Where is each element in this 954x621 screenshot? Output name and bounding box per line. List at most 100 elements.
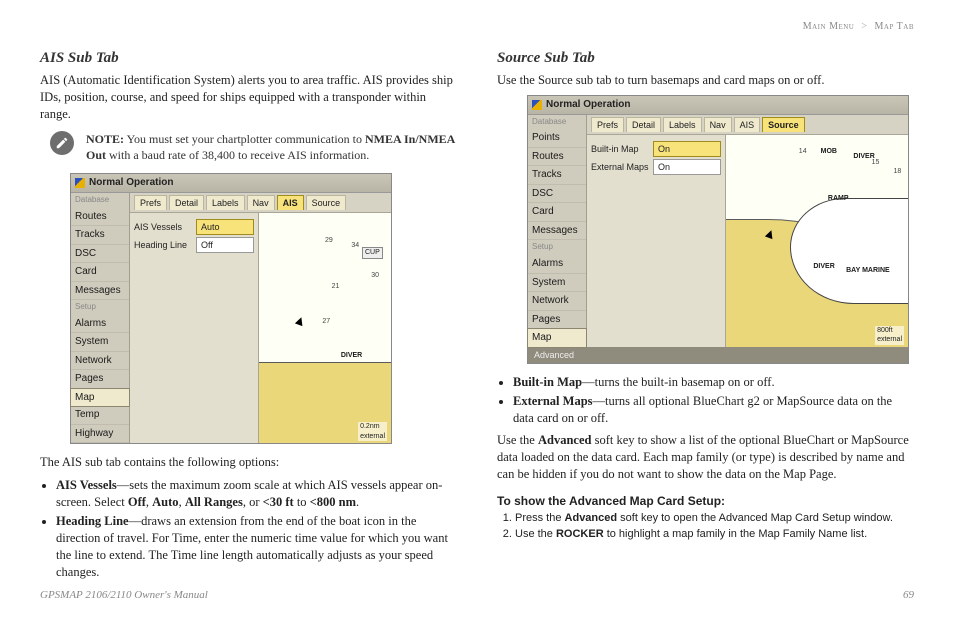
- sidebar-item[interactable]: Messages: [71, 282, 129, 301]
- list-item: Built-in Map—turns the built-in basemap …: [513, 374, 914, 391]
- note-t1: You must set your chartplotter communica…: [124, 132, 365, 146]
- step: Press the Advanced soft key to open the …: [515, 511, 914, 526]
- right-column: Source Sub Tab Use the Source sub tab to…: [497, 30, 914, 597]
- sidebar-item[interactable]: Routes: [71, 208, 129, 227]
- sidebar-item[interactable]: DSC: [528, 185, 586, 204]
- source-screenshot: Normal Operation DatabasePointsRoutesTra…: [527, 95, 909, 364]
- map-label: CUP: [362, 247, 383, 258]
- field-value[interactable]: On: [653, 141, 721, 157]
- breadcrumb-section: Main Menu: [803, 21, 855, 32]
- tab[interactable]: Labels: [663, 117, 702, 132]
- sidebar-item[interactable]: Highway: [71, 425, 129, 444]
- map-scale: 0.2nm external: [358, 422, 387, 441]
- tab[interactable]: Labels: [206, 195, 245, 210]
- sidebar-item[interactable]: Alarms: [71, 315, 129, 334]
- map-scale: 800ft external: [875, 326, 904, 345]
- sidebar-item[interactable]: Network: [528, 292, 586, 311]
- field-label: Built-in Map: [591, 143, 653, 155]
- sidebar-item[interactable]: Alarms: [528, 255, 586, 274]
- t: Use the: [497, 433, 538, 447]
- sidebar-item[interactable]: Routes: [528, 148, 586, 167]
- list-item: Heading Line—draws an extension from the…: [56, 513, 457, 581]
- t: , or: [243, 495, 263, 509]
- sidebar-header: Database: [528, 115, 586, 130]
- sidebar: DatabaseRoutesTracksDSCCardMessagesSetup…: [71, 193, 130, 444]
- tab[interactable]: Prefs: [134, 195, 167, 210]
- field-value[interactable]: On: [653, 159, 721, 175]
- advanced-paragraph: Use the Advanced soft key to show a list…: [497, 432, 914, 483]
- list-item: External Maps—turns all optional BlueCha…: [513, 393, 914, 427]
- tab[interactable]: AIS: [277, 195, 304, 210]
- note-text: NOTE: You must set your chartplotter com…: [84, 131, 457, 163]
- left-column: AIS Sub Tab AIS (Automatic Identificatio…: [40, 30, 457, 597]
- tab[interactable]: Detail: [626, 117, 661, 132]
- scale-source: external: [877, 335, 902, 344]
- depth: 18: [893, 167, 901, 176]
- sidebar-item[interactable]: System: [71, 333, 129, 352]
- map-preview: MOB DIVER RAMP DIVER BAY MARINE 14 15 18…: [725, 135, 908, 347]
- tab[interactable]: AIS: [734, 117, 761, 132]
- ais-heading: AIS Sub Tab: [40, 48, 457, 68]
- scale-value: 0.2nm: [360, 422, 385, 431]
- ais-options-list: AIS Vessels—sets the maximum zoom scale …: [56, 477, 457, 580]
- b: All Ranges: [185, 495, 243, 509]
- t: to highlight a map family in the Map Fam…: [604, 528, 868, 540]
- b: ROCKER: [556, 528, 604, 540]
- b: Off: [128, 495, 146, 509]
- note-block: NOTE: You must set your chartplotter com…: [50, 131, 457, 163]
- sidebar-item[interactable]: Card: [71, 263, 129, 282]
- opt-label: AIS Vessels: [56, 478, 117, 492]
- sidebar-item[interactable]: System: [528, 274, 586, 293]
- form-panel: Built-in MapOnExternal MapsOn: [587, 135, 725, 347]
- sidebar-item[interactable]: Temp: [71, 406, 129, 425]
- field-value[interactable]: Off: [196, 237, 254, 253]
- tab[interactable]: Source: [762, 117, 805, 132]
- t: .: [356, 495, 359, 509]
- sidebar-header: Setup: [528, 240, 586, 255]
- field-value[interactable]: Auto: [196, 219, 254, 235]
- sidebar-item[interactable]: Messages: [528, 222, 586, 241]
- source-heading: Source Sub Tab: [497, 48, 914, 68]
- depth: 21: [332, 282, 340, 291]
- field-label: Heading Line: [134, 239, 196, 251]
- howto-steps: Press the Advanced soft key to open the …: [515, 511, 914, 542]
- breadcrumb: Main Menu > Map Tab: [803, 20, 914, 34]
- tab[interactable]: Nav: [704, 117, 732, 132]
- tab[interactable]: Detail: [169, 195, 204, 210]
- scale-source: external: [360, 432, 385, 441]
- sidebar-item[interactable]: Card: [528, 203, 586, 222]
- depth: 29: [325, 236, 333, 245]
- flag-icon: [75, 178, 85, 188]
- depth: 15: [872, 158, 880, 167]
- b: Auto: [152, 495, 178, 509]
- opt-text: —turns the built-in basemap on or off.: [582, 375, 774, 389]
- sidebar-item[interactable]: DSC: [71, 245, 129, 264]
- list-item: AIS Vessels—sets the maximum zoom scale …: [56, 477, 457, 511]
- form-row: AIS VesselsAuto: [134, 219, 254, 235]
- sidebar-item[interactable]: Tracks: [71, 226, 129, 245]
- sidebar-item[interactable]: Map: [70, 388, 130, 408]
- form-row: External MapsOn: [591, 159, 721, 175]
- sidebar-item[interactable]: Tracks: [528, 166, 586, 185]
- form-row: Heading LineOff: [134, 237, 254, 253]
- tab[interactable]: Source: [306, 195, 347, 210]
- ais-intro: AIS (Automatic Identification System) al…: [40, 72, 457, 123]
- sidebar: DatabasePointsRoutesTracksDSCCardMessage…: [528, 115, 587, 347]
- sidebar-item[interactable]: Network: [71, 352, 129, 371]
- sidebar-item[interactable]: Points: [528, 129, 586, 148]
- sidebar-item[interactable]: Pages: [71, 370, 129, 389]
- depth: 27: [322, 317, 330, 326]
- depth: 14: [799, 147, 807, 156]
- map-label: MOB: [821, 147, 837, 156]
- softkey-bar[interactable]: Advanced: [528, 347, 908, 363]
- breadcrumb-sep: >: [861, 21, 867, 32]
- pencil-icon: [50, 131, 74, 155]
- opt-label: Built-in Map: [513, 375, 582, 389]
- map-label: BAY MARINE: [846, 266, 890, 275]
- sidebar-item[interactable]: Pages: [528, 311, 586, 330]
- window-title-bar: Normal Operation: [71, 174, 391, 193]
- tab[interactable]: Prefs: [591, 117, 624, 132]
- sidebar-item[interactable]: Map: [527, 328, 587, 348]
- b: Advanced: [538, 433, 591, 447]
- tab[interactable]: Nav: [247, 195, 275, 210]
